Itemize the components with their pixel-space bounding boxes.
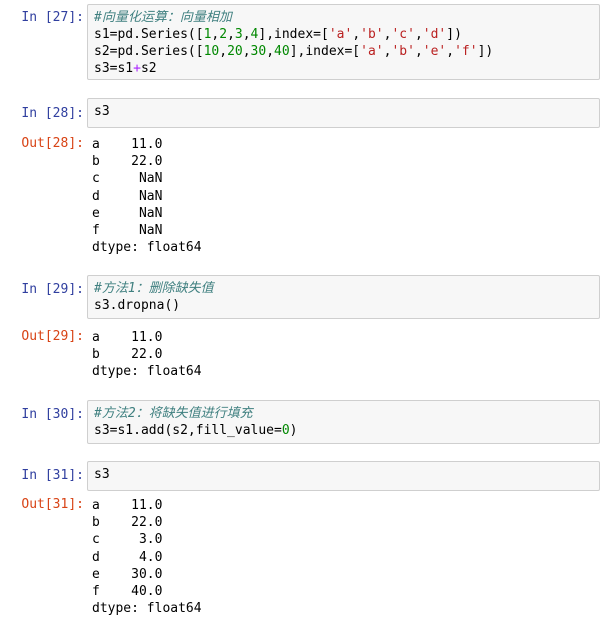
input-prompt: In [27]:	[21, 10, 84, 25]
code-line: s2=pd.Series([10,20,30,40],index=['a','b…	[94, 44, 494, 59]
code-input[interactable]: s3	[87, 98, 600, 128]
output-prompt: Out[29]:	[21, 329, 84, 344]
code-comment: #向量化运算：向量相加	[94, 10, 232, 25]
code-line: s3=s1+s2	[94, 61, 157, 76]
code-line: s3=s1.add(s2,fill_value=0)	[94, 423, 298, 438]
output-line: e NaN	[92, 205, 163, 221]
output-prompt: Out[28]:	[21, 136, 84, 151]
output-line: d 4.0	[92, 549, 163, 565]
output-line: a 11.0	[92, 498, 163, 513]
output-line: a 11.0	[92, 330, 163, 345]
code-line: s3	[94, 467, 110, 482]
input-prompt: In [30]:	[21, 407, 84, 422]
output-line: b 22.0	[92, 154, 163, 170]
input-prompt: In [29]:	[21, 282, 84, 297]
code-line: s1=pd.Series([1,2,3,4],index=['a','b','c…	[94, 27, 462, 42]
output-line: dtype: float64	[92, 240, 202, 256]
output-line: c 3.0	[92, 532, 163, 548]
output-line: e 30.0	[92, 566, 163, 582]
output-line: b 22.0	[92, 347, 163, 363]
output-line: dtype: float64	[92, 601, 202, 617]
code-line: s3.dropna()	[94, 298, 181, 313]
output-area: a 11.0 b 22.0 c 3.0 d 4.0 e 30.0 f 40.0 …	[92, 497, 600, 617]
code-comment: #方法2：将缺失值进行填充	[94, 406, 253, 421]
code-input[interactable]: #方法2：将缺失值进行填充 s3=s1.add(s2,fill_value=0)	[87, 400, 600, 444]
input-prompt: In [28]:	[21, 106, 84, 121]
output-line: a 11.0	[92, 137, 163, 152]
output-line: d NaN	[92, 188, 163, 204]
output-line: c NaN	[92, 171, 163, 187]
code-line: s3	[94, 104, 110, 119]
output-line: dtype: float64	[92, 364, 202, 380]
code-input[interactable]: #方法1：删除缺失值 s3.dropna()	[87, 275, 600, 319]
output-prompt: Out[31]:	[21, 497, 84, 512]
code-input[interactable]: #向量化运算：向量相加 s1=pd.Series([1,2,3,4],index…	[87, 4, 600, 80]
code-comment: #方法1：删除缺失值	[94, 281, 214, 296]
output-line: f 40.0	[92, 583, 163, 599]
output-area: a 11.0 b 22.0 dtype: float64	[92, 329, 600, 381]
output-line: b 22.0	[92, 515, 163, 531]
code-input[interactable]: s3	[87, 461, 600, 491]
input-prompt: In [31]:	[21, 468, 84, 483]
output-area: a 11.0 b 22.0 c NaN d NaN e NaN f NaN dt…	[92, 136, 600, 256]
output-line: f NaN	[92, 222, 163, 238]
